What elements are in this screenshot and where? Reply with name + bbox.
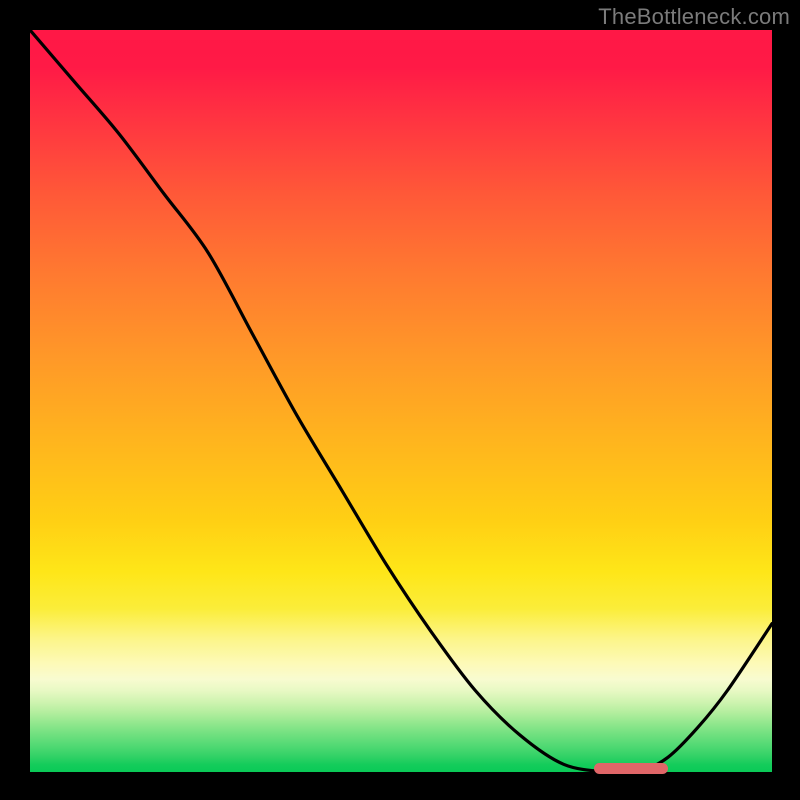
plot-area bbox=[30, 30, 772, 772]
watermark-text: TheBottleneck.com bbox=[598, 4, 790, 30]
optimal-range-marker bbox=[594, 763, 668, 774]
chart-frame: TheBottleneck.com bbox=[0, 0, 800, 800]
bottleneck-curve bbox=[30, 30, 772, 772]
